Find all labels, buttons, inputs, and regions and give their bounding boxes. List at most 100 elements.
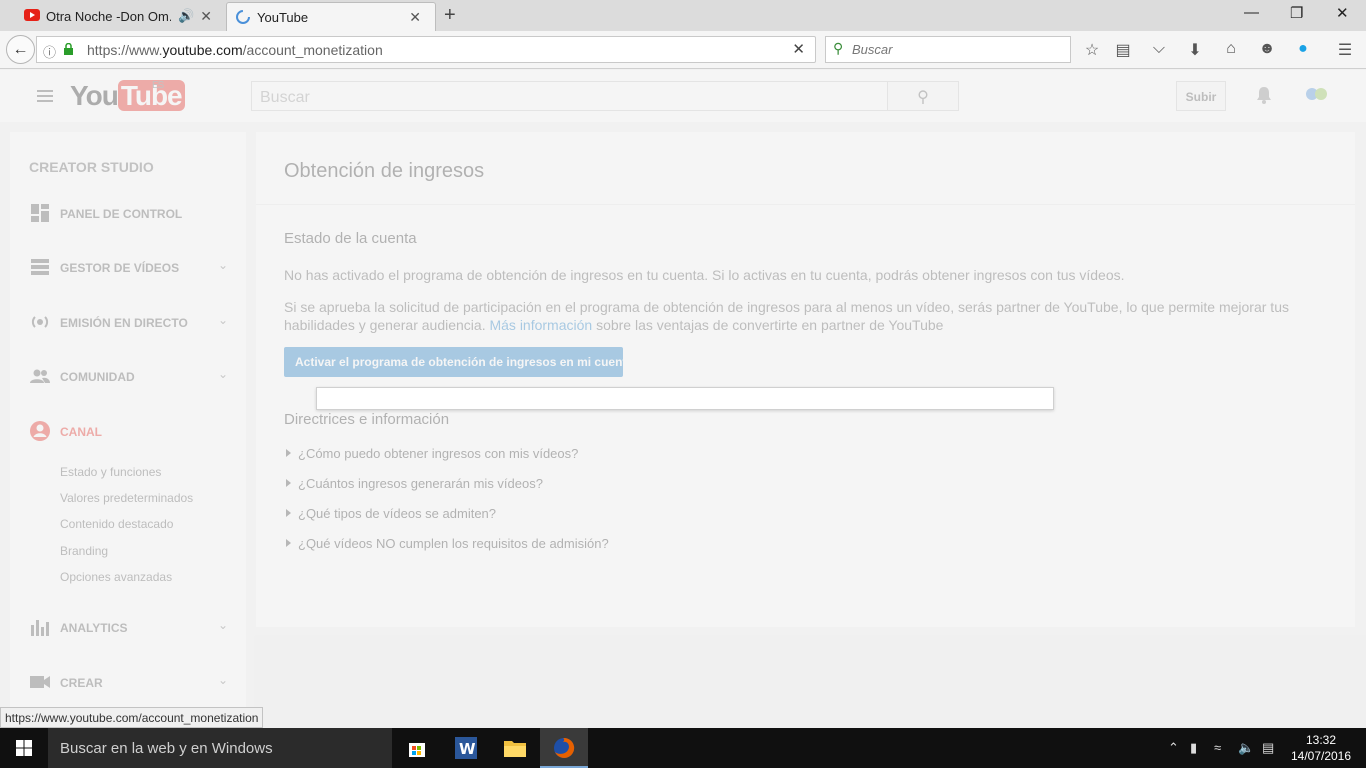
- tab-otra-noche[interactable]: Otra Noche -Don Om... 🔊 ✕: [0, 2, 226, 31]
- loading-icon: [236, 10, 250, 24]
- sidebar-subitem-contenido[interactable]: Contenido destacado: [60, 517, 173, 531]
- download-icon[interactable]: ⬇: [1184, 40, 1206, 60]
- word-app[interactable]: W: [442, 728, 490, 768]
- sidebar-subitem-estado[interactable]: Estado y funciones: [60, 465, 161, 479]
- channel-icon: [30, 421, 50, 441]
- notifications-icon[interactable]: ▤: [1262, 740, 1274, 756]
- divider: [256, 204, 1355, 205]
- sidebar-title: CREATOR STUDIO: [29, 159, 154, 175]
- faq-item[interactable]: ¿Qué vídeos NO cumplen los requisitos de…: [286, 536, 609, 551]
- wifi-icon[interactable]: ≈: [1214, 740, 1221, 755]
- faq-item[interactable]: ¿Qué tipos de vídeos se admiten?: [286, 506, 496, 521]
- status-url-tooltip: https://www.youtube.com/account_monetiza…: [0, 707, 264, 728]
- search-placeholder: Buscar: [852, 42, 893, 57]
- logo-you: You: [70, 80, 119, 111]
- skype-icon[interactable]: ●: [1292, 40, 1314, 58]
- minimize-icon[interactable]: —: [1244, 4, 1259, 21]
- start-button[interactable]: [0, 728, 48, 768]
- clock-time: 13:32: [1305, 733, 1337, 747]
- folder-icon: [504, 741, 526, 757]
- stop-icon[interactable]: ✕: [792, 40, 805, 58]
- faq-item[interactable]: ¿Cuántos ingresos generarán mis vídeos?: [286, 476, 543, 491]
- community-icon: [30, 369, 50, 383]
- store-app[interactable]: [393, 728, 441, 768]
- restore-icon[interactable]: ❐: [1290, 4, 1303, 22]
- svg-text:W: W: [459, 740, 476, 758]
- sidebar-subitem-opciones[interactable]: Opciones avanzadas: [60, 570, 172, 584]
- tab-strip: Otra Noche -Don Om... 🔊 ✕ YouTube ✕ + — …: [0, 0, 1366, 31]
- page-title: Obtención de ingresos: [284, 160, 485, 182]
- creator-studio-sidebar: CREATOR STUDIO PANEL DE CONTROL GESTOR D…: [10, 132, 246, 732]
- word-icon: W: [455, 737, 477, 759]
- chevron-down-icon[interactable]: ⌄: [218, 673, 228, 687]
- youtube-icon: [24, 9, 40, 21]
- sidebar-item-gestor-de-videos[interactable]: GESTOR DE VÍDEOS ⌄: [10, 254, 246, 284]
- chevron-down-icon[interactable]: ⌄: [218, 313, 228, 327]
- taskbar-search-box[interactable]: Buscar en la web y en Windows: [48, 728, 392, 768]
- expand-arrow-icon: [286, 509, 291, 517]
- show-hidden-icons-icon[interactable]: ⌃: [1168, 740, 1179, 756]
- close-window-icon[interactable]: ✕: [1336, 4, 1349, 22]
- sidebar-item-label: EMISIÓN EN DIRECTO: [60, 316, 188, 330]
- tab-title: YouTube: [257, 10, 309, 25]
- battery-icon[interactable]: ▮: [1190, 740, 1197, 756]
- sidebar-subitem-branding[interactable]: Branding: [60, 544, 108, 558]
- browser-search-input[interactable]: ⚲ Buscar: [825, 36, 1071, 63]
- youtube-logo[interactable]: You Tube ES: [70, 80, 185, 112]
- search-icon: ⚲: [833, 40, 844, 56]
- masthead: You Tube ES Buscar ⚲ Subir: [0, 70, 1366, 122]
- video-manager-icon: [31, 259, 49, 275]
- chevron-down-icon[interactable]: ⌄: [218, 367, 228, 381]
- guide-menu-icon[interactable]: [37, 90, 53, 92]
- more-info-link[interactable]: Más información: [489, 317, 592, 333]
- file-explorer-app[interactable]: [491, 728, 539, 768]
- partner-paragraph: Si se aprueba la solicitud de participac…: [284, 299, 1289, 333]
- url-text: https://www.youtube.com/account_monetiza…: [87, 42, 383, 58]
- info-icon[interactable]: ⓘ: [43, 42, 56, 61]
- home-icon[interactable]: ⌂: [1220, 40, 1242, 58]
- windows-logo-icon: [16, 740, 32, 756]
- sidebar-item-crear[interactable]: CREAR ⌄: [10, 669, 246, 699]
- expand-arrow-icon: [286, 539, 291, 547]
- url-bar[interactable]: ⓘ https://www.youtube.com/account_moneti…: [36, 36, 816, 63]
- sidebar-item-canal[interactable]: CANAL: [10, 418, 246, 448]
- close-tab-icon[interactable]: ✕: [200, 8, 212, 25]
- pocket-icon[interactable]: ⌵: [1148, 40, 1170, 58]
- menu-icon[interactable]: ☰: [1334, 40, 1356, 60]
- new-tab-icon[interactable]: +: [444, 4, 456, 27]
- store-icon: [409, 743, 425, 757]
- tab-title: Otra Noche -Don Om...: [46, 9, 171, 24]
- notifications-bell-icon[interactable]: [1256, 86, 1272, 104]
- youtube-search-button[interactable]: ⚲: [887, 81, 959, 111]
- back-arrow-icon: ←: [12, 40, 29, 58]
- chat-icon[interactable]: ☻: [1256, 40, 1278, 58]
- sidebar-item-comunidad[interactable]: COMUNIDAD ⌄: [10, 363, 246, 393]
- live-icon: [31, 316, 49, 328]
- taskbar-search-placeholder: Buscar en la web y en Windows: [60, 740, 273, 757]
- clock[interactable]: 13:32 14/07/2016: [1286, 732, 1356, 764]
- expand-arrow-icon: [286, 449, 291, 457]
- chevron-down-icon[interactable]: ⌄: [218, 618, 228, 632]
- sidebar-subitem-valores[interactable]: Valores predeterminados: [60, 491, 193, 505]
- speaker-icon[interactable]: 🔊: [178, 8, 194, 24]
- activate-monetization-button[interactable]: Activar el programa de obtención de ingr…: [284, 347, 633, 377]
- sidebar-item-emision-en-directo[interactable]: EMISIÓN EN DIRECTO ⌄: [10, 309, 246, 339]
- reading-list-icon[interactable]: ▤: [1112, 40, 1134, 60]
- avatar[interactable]: [1304, 84, 1330, 106]
- firefox-app[interactable]: [540, 728, 588, 768]
- sidebar-item-analytics[interactable]: ANALYTICS ⌄: [10, 614, 246, 644]
- tab-youtube[interactable]: YouTube ✕: [226, 2, 436, 31]
- youtube-search-input[interactable]: Buscar: [251, 81, 888, 111]
- sidebar-item-label: CREAR: [60, 676, 103, 690]
- chevron-down-icon[interactable]: ⌄: [218, 258, 228, 272]
- bookmark-star-icon[interactable]: ☆: [1081, 40, 1103, 60]
- faq-item[interactable]: ¿Cómo puedo obtener ingresos con mis víd…: [286, 446, 578, 461]
- sidebar-item-label: ANALYTICS: [60, 621, 128, 635]
- close-tab-icon[interactable]: ✕: [409, 9, 421, 26]
- volume-icon[interactable]: 🔈: [1238, 740, 1254, 756]
- upload-button[interactable]: Subir: [1176, 81, 1226, 111]
- sidebar-item-panel-de-control[interactable]: PANEL DE CONTROL: [10, 200, 246, 230]
- analytics-icon: [31, 620, 49, 636]
- expand-arrow-icon: [286, 479, 291, 487]
- back-button[interactable]: ←: [6, 35, 35, 64]
